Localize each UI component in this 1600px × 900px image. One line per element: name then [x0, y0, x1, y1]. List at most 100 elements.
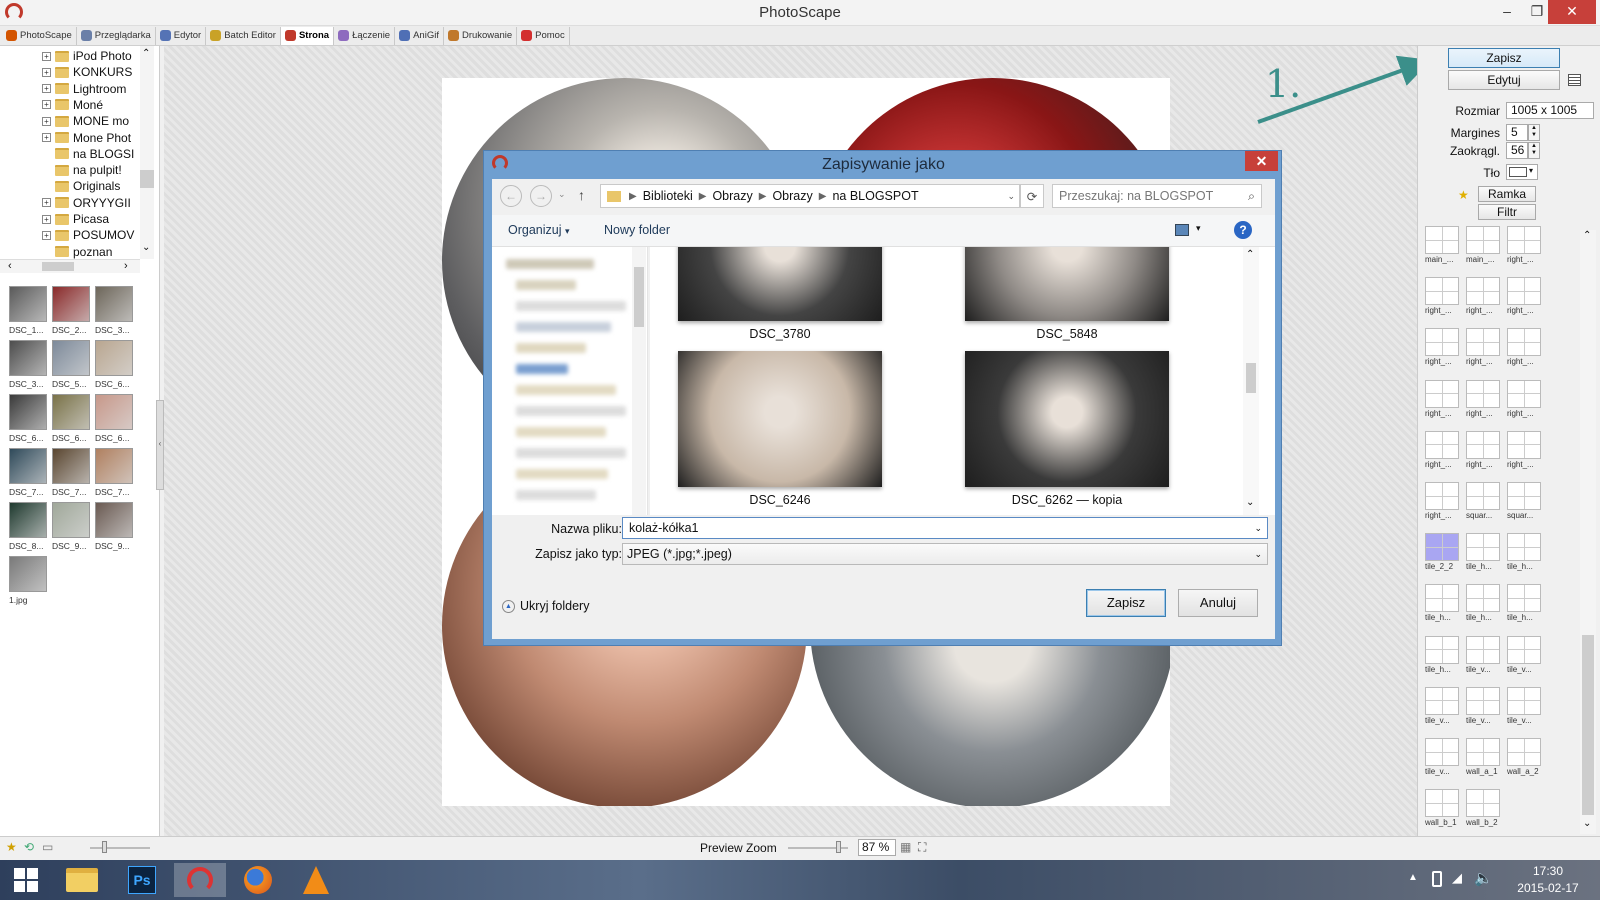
search-input[interactable]: Przeszukaj: na BLOGSPOT ⌕	[1052, 184, 1262, 208]
layout-thumbnail[interactable]	[1466, 277, 1500, 306]
layout-thumbnail[interactable]	[1507, 482, 1541, 510]
save-button[interactable]: Zapisz	[1448, 48, 1560, 68]
address-dropdown-icon[interactable]: ⌄	[1007, 191, 1015, 202]
edit-button[interactable]: Edytuj	[1448, 70, 1560, 90]
layout-thumbnail[interactable]	[1507, 277, 1541, 306]
layout-thumbnail[interactable]	[1466, 533, 1500, 562]
layout-thumbnail[interactable]	[1507, 226, 1541, 254]
layout-thumbnail[interactable]	[1507, 430, 1541, 459]
layout-thumbnail[interactable]	[1466, 379, 1500, 408]
folder-icon[interactable]: ▭	[42, 840, 53, 854]
layout-thumbnail[interactable]	[1507, 379, 1541, 408]
actual-size-icon[interactable]: ⛶	[918, 840, 926, 855]
layout-thumbnail[interactable]	[1425, 482, 1459, 510]
vlc-taskbar[interactable]	[290, 863, 342, 897]
star-icon[interactable]: ★	[6, 840, 17, 854]
filter-button[interactable]: Filtr	[1478, 204, 1536, 220]
file-thumbnail[interactable]	[678, 247, 882, 321]
layout-thumbnail[interactable]	[1425, 635, 1459, 664]
layout-thumbnail[interactable]	[1425, 686, 1459, 715]
rounding-field[interactable]: 56	[1506, 142, 1528, 159]
layout-thumbnail[interactable]	[1425, 789, 1459, 818]
file-thumbnail[interactable]	[965, 247, 1169, 321]
firefox-taskbar[interactable]	[232, 863, 284, 897]
layout-thumbnail[interactable]	[1507, 533, 1541, 562]
file-thumbnail[interactable]	[678, 351, 882, 487]
rounding-stepper[interactable]: ▲ ▼	[1528, 142, 1540, 159]
filetype-select[interactable]: JPEG (*.jpg;*.jpeg) ⌄	[622, 543, 1268, 565]
nav-scrollbar[interactable]	[632, 247, 646, 515]
zoom-value-field[interactable]: 87 %	[858, 839, 896, 856]
rotate-icon[interactable]: ⟲	[24, 840, 34, 854]
layout-thumbnail[interactable]	[1425, 584, 1459, 613]
file-scroll-thumb[interactable]	[1246, 363, 1256, 393]
help-icon[interactable]: ?	[1234, 221, 1252, 239]
back-icon[interactable]: ←	[500, 185, 522, 207]
network-icon[interactable]: ◢	[1452, 870, 1462, 886]
layout-thumbnail[interactable]	[1466, 686, 1500, 715]
layout-thumbnail[interactable]	[1507, 686, 1541, 715]
volume-icon[interactable]: 🔈	[1474, 869, 1493, 887]
file-name[interactable]: DSC_6262 — kopia	[965, 493, 1169, 507]
breadcrumb-libraries[interactable]: Biblioteki	[637, 189, 699, 203]
organize-button[interactable]: Organizuj ▾	[508, 223, 570, 237]
breadcrumb-pictures[interactable]: Obrazy	[706, 189, 758, 203]
breadcrumb-current-folder[interactable]: na BLOGSPOT	[826, 189, 924, 203]
layout-thumbnail[interactable]	[1466, 738, 1500, 766]
dialog-cancel-button[interactable]: Anuluj	[1178, 589, 1258, 617]
breadcrumb-pictures-2[interactable]: Obrazy	[766, 189, 818, 203]
address-bar[interactable]: ▶ Biblioteki ▶ Obrazy ▶ Obrazy ▶ na BLOG…	[600, 184, 1020, 208]
dialog-close-button[interactable]: ✕	[1245, 151, 1278, 171]
layout-thumbnail[interactable]	[1425, 379, 1459, 408]
list-menu-icon[interactable]	[1568, 74, 1581, 86]
layout-thumbnail[interactable]	[1466, 430, 1500, 459]
layout-thumbnail[interactable]	[1425, 738, 1459, 766]
background-color-picker[interactable]: ▾	[1506, 164, 1538, 180]
layout-thumbnail[interactable]	[1507, 584, 1541, 613]
layout-thumbnail[interactable]	[1425, 533, 1459, 562]
photoscape-taskbar[interactable]	[174, 863, 226, 897]
layout-thumbnail[interactable]	[1466, 226, 1500, 254]
scroll-down-icon[interactable]: ⌄	[1246, 497, 1254, 508]
filetype-dropdown-icon[interactable]: ⌄	[1254, 544, 1262, 564]
margins-field[interactable]: 5	[1506, 124, 1528, 141]
layout-thumbnail[interactable]	[1466, 584, 1500, 613]
layout-thumbnail[interactable]	[1466, 635, 1500, 664]
layout-thumbnail[interactable]	[1507, 738, 1541, 766]
layout-thumbnail[interactable]	[1466, 789, 1500, 818]
margins-stepper[interactable]: ▲ ▼	[1528, 124, 1540, 141]
file-name[interactable]: DSC_5848	[965, 327, 1169, 341]
layout-thumbnail[interactable]	[1425, 277, 1459, 306]
scroll-down-icon[interactable]: ⌄	[1583, 818, 1591, 829]
file-name[interactable]: DSC_3780	[678, 327, 882, 341]
filename-dropdown-icon[interactable]: ⌄	[1254, 518, 1262, 538]
layout-thumbnail[interactable]	[1466, 482, 1500, 510]
filename-input[interactable]: kolaż-kółka1 ⌄	[622, 517, 1268, 539]
thumb-size-slider-handle[interactable]	[102, 841, 107, 853]
file-name[interactable]: DSC_6246	[678, 493, 882, 507]
dialog-save-button[interactable]: Zapisz	[1086, 589, 1166, 617]
scroll-up-icon[interactable]: ⌃	[1583, 230, 1591, 241]
zoom-slider-handle[interactable]	[836, 841, 841, 853]
layout-thumbnail[interactable]	[1507, 328, 1541, 357]
layout-thumbnail[interactable]	[1425, 328, 1459, 357]
file-thumbnail[interactable]	[965, 351, 1169, 487]
layout-thumbnail[interactable]	[1507, 635, 1541, 664]
file-explorer-taskbar[interactable]	[56, 863, 108, 897]
clock-date[interactable]: 2015-02-17	[1508, 881, 1588, 895]
layout-scrollbar[interactable]: ⌃ ⌄	[1580, 230, 1596, 834]
start-button[interactable]	[0, 863, 52, 897]
frame-button[interactable]: Ramka	[1478, 186, 1536, 202]
file-scrollbar[interactable]: ⌃ ⌄	[1243, 247, 1259, 515]
clock-time[interactable]: 17:30	[1508, 864, 1588, 878]
layout-thumbnail[interactable]	[1466, 328, 1500, 357]
photoshop-taskbar[interactable]: Ps	[116, 863, 168, 897]
forward-icon[interactable]: →	[530, 185, 552, 207]
view-dropdown-icon[interactable]: ▾	[1196, 223, 1201, 234]
battery-icon[interactable]	[1432, 871, 1442, 887]
navigation-pane[interactable]	[492, 247, 648, 515]
recent-locations-icon[interactable]: ⌄	[558, 189, 566, 200]
new-folder-button[interactable]: Nowy folder	[604, 223, 670, 237]
hide-folders-toggle[interactable]: ▲ Ukryj foldery	[502, 599, 589, 613]
layout-thumbnail[interactable]	[1425, 430, 1459, 459]
